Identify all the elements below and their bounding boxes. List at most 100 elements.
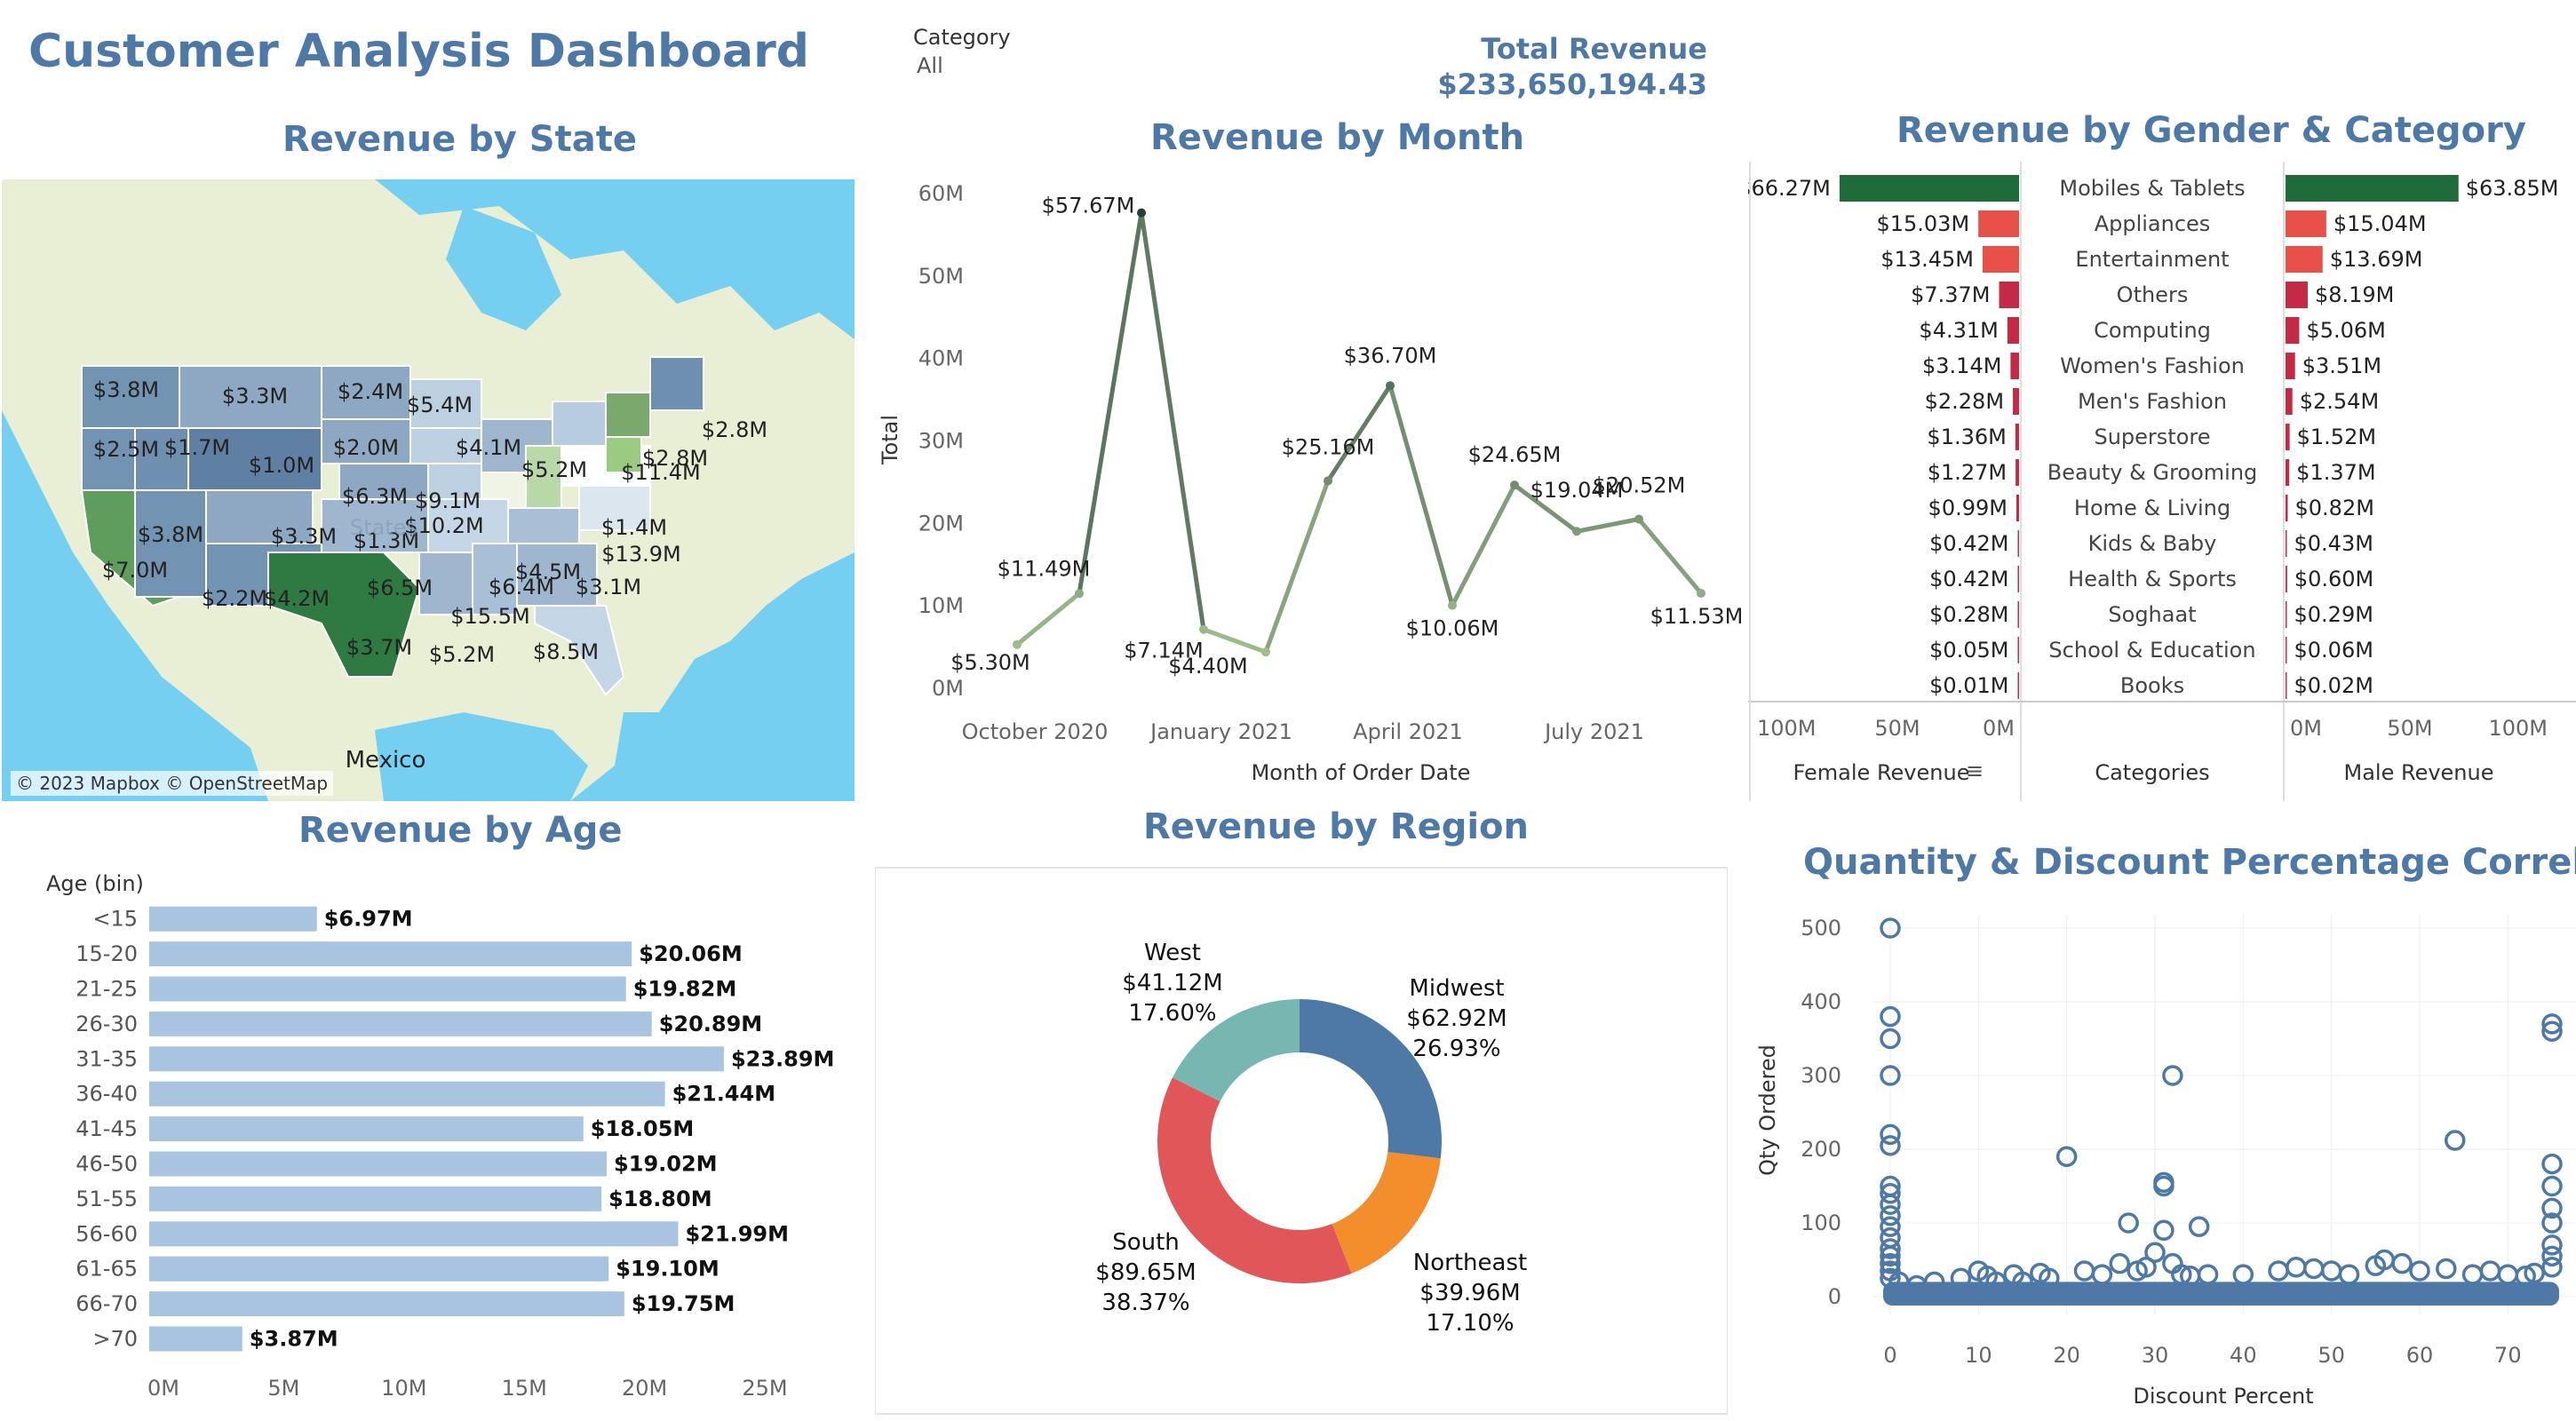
male-bar[interactable]: [2286, 672, 2287, 699]
male-bar[interactable]: [2286, 246, 2323, 273]
scatter-point[interactable]: [2479, 1260, 2501, 1282]
state-revenue-label[interactable]: $11.4M: [621, 460, 700, 485]
male-bar[interactable]: [2286, 282, 2308, 308]
female-bar[interactable]: [2007, 317, 2019, 344]
state-revenue-label[interactable]: $5.4M: [407, 393, 473, 417]
state-revenue-label[interactable]: $6.4M: [489, 575, 554, 599]
age-bar[interactable]: [149, 1116, 584, 1142]
line-point[interactable]: [1199, 624, 1208, 634]
state-revenue-label[interactable]: $2.0M: [333, 435, 399, 460]
age-bar[interactable]: [149, 1046, 724, 1072]
scatter-point[interactable]: [2461, 1264, 2484, 1285]
state-revenue-label[interactable]: $2.5M: [93, 437, 159, 462]
state-revenue-label[interactable]: $4.1M: [456, 435, 521, 460]
state-revenue-label[interactable]: $3.7M: [346, 635, 412, 660]
category-label[interactable]: Computing: [2094, 318, 2211, 343]
line-point[interactable]: [1572, 527, 1581, 536]
sort-icon[interactable]: ≡: [1966, 758, 1984, 783]
state-revenue-label[interactable]: $6.3M: [342, 484, 408, 509]
line-point[interactable]: [1075, 589, 1084, 599]
state-revenue-label[interactable]: $1.7M: [164, 435, 230, 460]
state-revenue-label[interactable]: $9.1M: [415, 488, 481, 513]
age-bar[interactable]: [149, 1151, 608, 1177]
scatter-point[interactable]: [2436, 1258, 2457, 1280]
female-bar[interactable]: [2017, 566, 2020, 592]
male-bar[interactable]: [2286, 566, 2287, 592]
age-bar[interactable]: [149, 1221, 679, 1247]
state-revenue-label[interactable]: $6.5M: [367, 576, 433, 600]
line-point[interactable]: [1261, 647, 1270, 657]
line-point[interactable]: [1013, 639, 1022, 649]
category-label[interactable]: Mobiles & Tablets: [2059, 176, 2245, 201]
quantity-discount-scatter[interactable]: 0 100 200 300 400 500 0 10 20 30 40 50 60 70 Discount …: [1748, 897, 2576, 1421]
map-attribution[interactable]: © 2023 Mapbox © OpenStreetMap: [11, 771, 334, 796]
scatter-point[interactable]: [2541, 1175, 2563, 1197]
revenue-by-gender-category-chart[interactable]: $66.27M $63.85M Mobiles & Tablets $15.03M $1…: [1748, 162, 2576, 801]
scatter-point[interactable]: [2541, 1257, 2563, 1278]
female-bar[interactable]: [2017, 530, 2020, 557]
state-revenue-label[interactable]: $2.4M: [338, 379, 403, 404]
line-point[interactable]: [1137, 208, 1146, 218]
line-point[interactable]: [1324, 476, 1332, 486]
age-bar[interactable]: [149, 1256, 609, 1282]
male-bar[interactable]: [2286, 424, 2290, 450]
male-bar[interactable]: [2286, 353, 2295, 379]
state-revenue-label[interactable]: $1.4M: [601, 515, 667, 540]
female-revenue-header[interactable]: Female Revenue: [1793, 760, 1970, 785]
state-revenue-label[interactable]: $3.8M: [93, 377, 159, 402]
state-revenue-label[interactable]: $8.5M: [533, 639, 599, 664]
category-label[interactable]: Beauty & Grooming: [2047, 460, 2258, 485]
category-label[interactable]: Men's Fashion: [2078, 389, 2227, 414]
female-bar[interactable]: [2013, 388, 2019, 415]
scatter-point[interactable]: [2153, 1219, 2174, 1242]
line-point[interactable]: [1510, 480, 1519, 490]
female-bar[interactable]: [2010, 353, 2019, 379]
state-revenue-label[interactable]: $4.2M: [264, 586, 330, 611]
age-bar[interactable]: [149, 906, 317, 932]
female-bar[interactable]: [1839, 175, 2019, 202]
age-bar[interactable]: [149, 1186, 602, 1211]
category-label[interactable]: Kids & Baby: [2088, 531, 2217, 556]
scatter-point[interactable]: [2188, 1216, 2210, 1237]
age-bar[interactable]: [149, 1011, 652, 1036]
scatter-point[interactable]: [2286, 1257, 2307, 1278]
female-bar[interactable]: [1978, 210, 2019, 237]
state-revenue-label[interactable]: $1.0M: [249, 453, 314, 478]
line-point[interactable]: [1386, 381, 1395, 391]
female-bar[interactable]: [1982, 246, 2019, 273]
female-bar[interactable]: [2017, 637, 2020, 663]
age-bar[interactable]: [149, 941, 632, 967]
revenue-by-state-map[interactable]: $3.8M $3.3M $2.4M $5.4M $2.5M $1.7M $1.0M $2.0M…: [2, 179, 855, 801]
age-bar[interactable]: [149, 1326, 242, 1352]
category-label[interactable]: Appliances: [2095, 211, 2211, 236]
state-revenue-label[interactable]: $3.3M: [222, 384, 288, 409]
male-bar[interactable]: [2286, 175, 2459, 202]
scatter-point[interactable]: [2391, 1252, 2413, 1274]
category-label[interactable]: Others: [2117, 282, 2189, 307]
male-bar[interactable]: [2286, 210, 2326, 237]
scatter-point[interactable]: [2091, 1264, 2113, 1285]
male-bar[interactable]: [2286, 495, 2288, 521]
female-bar[interactable]: [2015, 424, 2019, 450]
category-label[interactable]: Books: [2120, 673, 2184, 698]
line-point[interactable]: [1634, 514, 1643, 524]
female-bar[interactable]: [2017, 672, 2020, 699]
state-revenue-label[interactable]: $2.2M: [202, 586, 267, 611]
state-revenue-label[interactable]: $7.0M: [102, 558, 168, 583]
scatter-point[interactable]: [2109, 1252, 2131, 1274]
category-label[interactable]: Women's Fashion: [2060, 353, 2245, 378]
female-bar[interactable]: [2017, 601, 2020, 628]
category-label[interactable]: Health & Sports: [2068, 567, 2237, 591]
female-bar[interactable]: [1999, 282, 2019, 308]
state-revenue-label[interactable]: $2.8M: [702, 417, 767, 442]
category-label[interactable]: Entertainment: [2075, 247, 2229, 272]
scatter-point[interactable]: [2303, 1258, 2325, 1280]
male-bar[interactable]: [2286, 637, 2287, 663]
line-point[interactable]: [1448, 600, 1457, 610]
state-revenue-label[interactable]: $3.8M: [138, 522, 203, 547]
revenue-by-age-chart[interactable]: Age (bin) <15 $6.97M 15-20 $20.06M 21-25 $19.8…: [0, 866, 853, 1421]
state-revenue-label[interactable]: $5.2M: [429, 642, 495, 667]
age-bar[interactable]: [149, 1291, 624, 1317]
female-bar[interactable]: [2015, 459, 2019, 486]
male-revenue-header[interactable]: Male Revenue: [2344, 760, 2494, 785]
